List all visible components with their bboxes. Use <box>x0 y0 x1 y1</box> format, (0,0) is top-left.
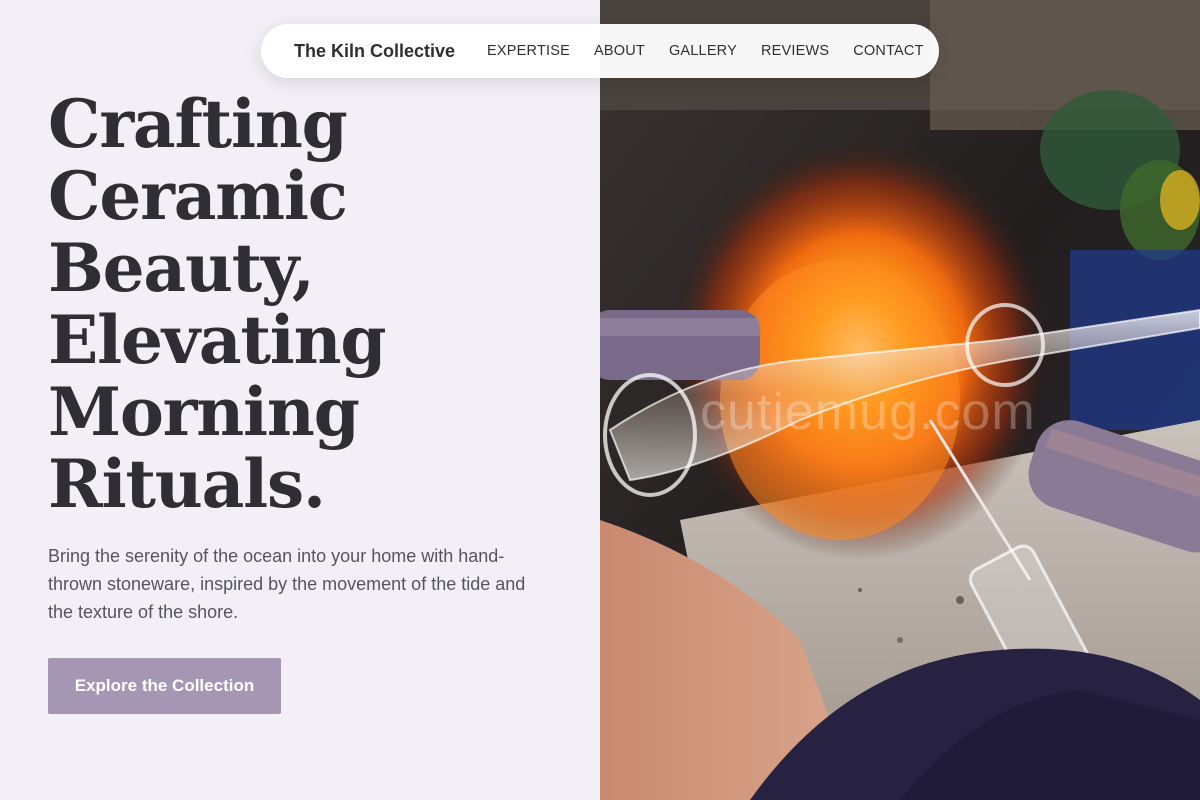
nav-link-about[interactable]: ABOUT <box>594 43 645 59</box>
explore-collection-button[interactable]: Explore the Collection <box>48 658 281 714</box>
hero-left-panel: Crafting Ceramic Beauty, Elevating Morni… <box>0 0 600 800</box>
hero-title-line: Elevating <box>48 301 387 379</box>
hero-title-line: Beauty, <box>48 229 315 307</box>
top-nav: The Kiln Collective EXPERTISE ABOUT GALL… <box>261 24 939 78</box>
hero-title: Crafting Ceramic Beauty, Elevating Morni… <box>48 88 568 520</box>
nav-link-contact[interactable]: CONTACT <box>853 43 923 59</box>
hero-title-line: Ceramic <box>48 157 348 235</box>
nav-link-expertise[interactable]: EXPERTISE <box>487 43 570 59</box>
hero-title-line: Morning <box>48 373 360 451</box>
brand-logo-link[interactable]: The Kiln Collective <box>294 41 455 62</box>
nav-link-gallery[interactable]: GALLERY <box>669 43 737 59</box>
hero-title-line: Crafting <box>48 85 348 163</box>
hero-title-line: Rituals. <box>48 445 326 523</box>
image-watermark: cutiemug.com <box>700 383 1036 441</box>
nav-links: EXPERTISE ABOUT GALLERY REVIEWS CONTACT <box>487 43 924 59</box>
nav-link-reviews[interactable]: REVIEWS <box>761 43 829 59</box>
hero-subtitle: Bring the serenity of the ocean into you… <box>48 546 526 622</box>
